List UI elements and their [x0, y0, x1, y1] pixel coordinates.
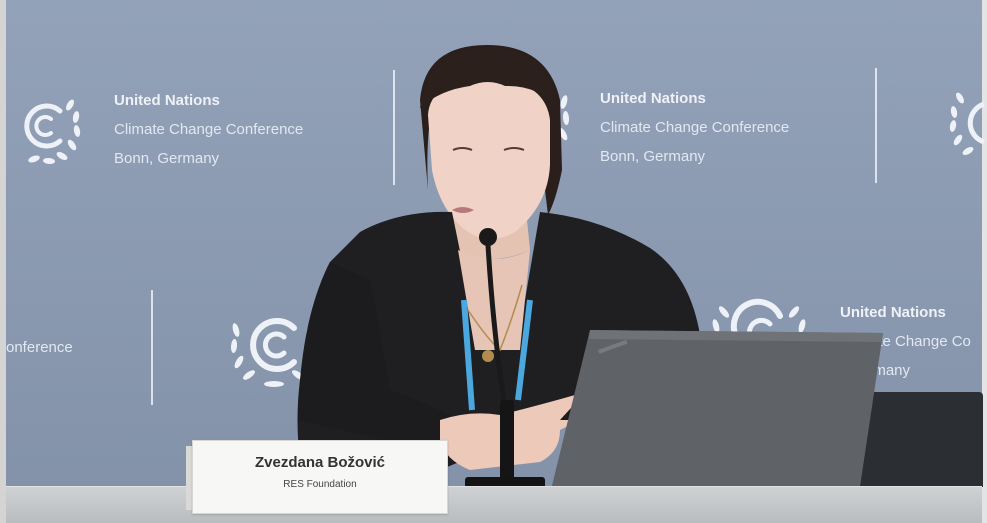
speaker-name: Zvezdana Božović: [254, 454, 386, 471]
conference-stage: United Nations Climate Change Conference…: [0, 0, 987, 523]
speaker-name-card: Zvezdana Božović RES Foundation: [192, 440, 448, 514]
speaker-organization: RES Foundation: [283, 479, 357, 490]
laptop: [540, 330, 883, 505]
table-surface: [6, 486, 982, 523]
